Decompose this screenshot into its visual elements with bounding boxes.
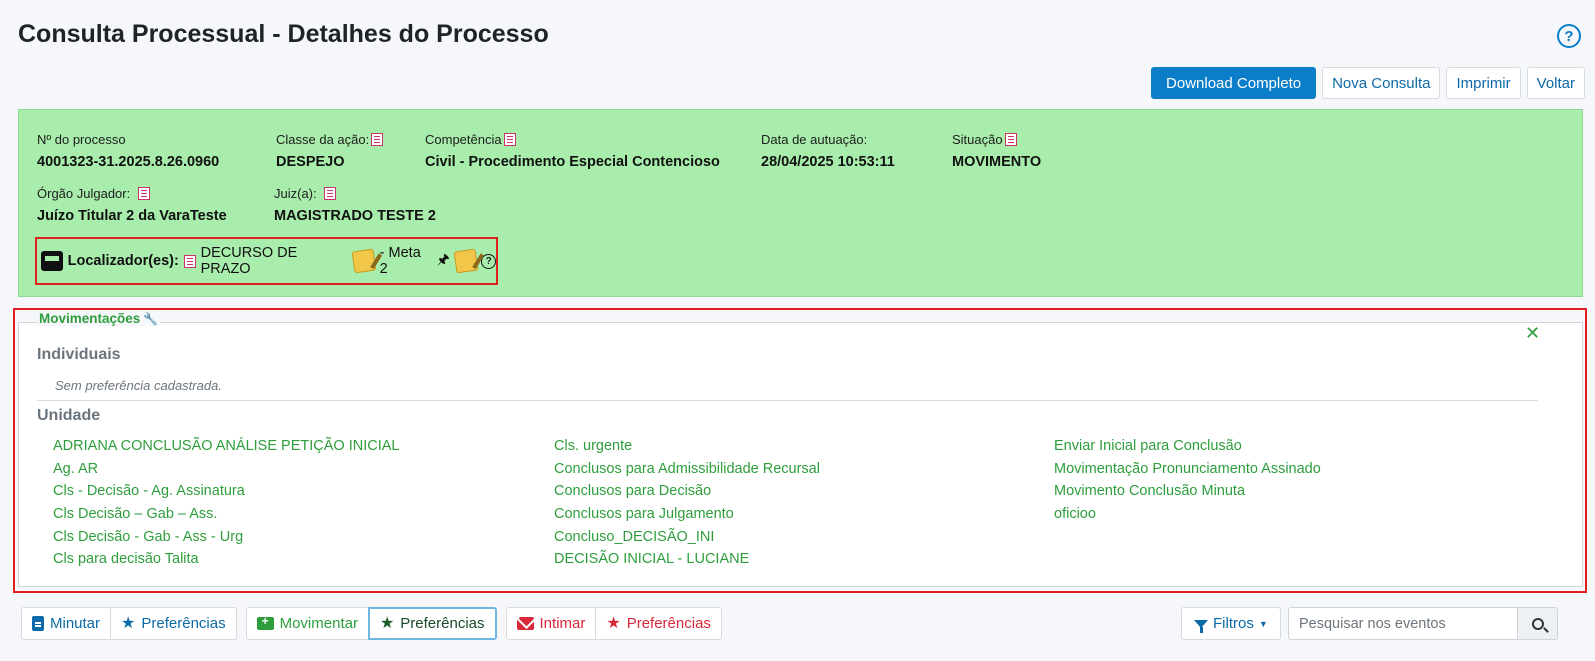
unidade-col-1: ADRIANA CONCLUSÃO ANÁLISE PETIÇÃO INICIA… (53, 436, 400, 572)
movimentar-preferencias-button[interactable]: ★ Preferências (367, 607, 497, 640)
field-numero: Nº do processo 4001323-31.2025.8.26.0960 (37, 132, 219, 170)
movimentacao-link[interactable]: Ag. AR (53, 459, 400, 482)
movimentacao-link[interactable]: Cls. urgente (554, 436, 820, 459)
movimentar-group: Movimentar ★ Preferências (245, 607, 497, 640)
minutar-button[interactable]: Minutar (21, 607, 112, 640)
wrench-icon[interactable]: 🔧 (143, 312, 158, 326)
movimentar-button[interactable]: Movimentar (245, 607, 369, 640)
movimentacao-link[interactable]: ADRIANA CONCLUSÃO ANÁLISE PETIÇÃO INICIA… (53, 436, 400, 459)
edit-note-icon[interactable] (453, 248, 478, 274)
divider (37, 400, 1538, 401)
preferencias-label: Preferências (400, 615, 485, 632)
movimentacoes-legend: Movimentações 🔧 (37, 311, 161, 326)
search-icon (1531, 617, 1544, 630)
minutar-group: Minutar ★ Preferências (21, 607, 237, 640)
voltar-button[interactable]: Voltar (1526, 67, 1585, 99)
field-numero-label: Nº do processo (37, 132, 126, 147)
field-classe: Classe da ação: DESPEJO (276, 132, 384, 170)
filtros-dropdown[interactable]: Filtros ▼ (1181, 607, 1281, 640)
field-orgao-label: Órgão Julgador: (37, 186, 131, 201)
filtros-label: Filtros (1213, 615, 1254, 632)
action-toolbar: Minutar ★ Preferências Movimentar ★ Pref… (21, 607, 731, 640)
edit-note-icon[interactable] (351, 248, 377, 274)
localizador-label: Localizador(es): (67, 253, 179, 269)
intimar-preferencias-button[interactable]: ★ Preferências (595, 607, 722, 640)
movimentacao-link[interactable]: Movimento Conclusão Minuta (1054, 481, 1321, 504)
movimentacao-link[interactable]: oficioo (1054, 504, 1321, 527)
unidade-col-2: Cls. urgente Conclusos para Admissibilid… (554, 436, 820, 572)
movimentacao-link[interactable]: DECISÃO INICIAL - LUCIANE (554, 549, 820, 572)
minutar-preferencias-button[interactable]: ★ Preferências (110, 607, 237, 640)
filter-icon (1194, 619, 1208, 633)
individuais-empty: Sem preferência cadastrada. (55, 378, 222, 393)
movimentacao-link[interactable]: Cls Decisão - Gab - Ass - Urg (53, 527, 400, 550)
search-button[interactable] (1517, 607, 1558, 640)
field-competencia: Competência Civil - Procedimento Especia… (425, 132, 720, 170)
field-competencia-label: Competência (425, 132, 502, 147)
close-icon[interactable]: ✕ (1525, 323, 1540, 344)
field-situacao-value: MOVIMENTO (952, 154, 1042, 170)
preferencias-label: Preferências (626, 615, 711, 632)
localizador-highlight: Localizador(es): DECURSO DE PRAZO - Meta… (35, 237, 498, 285)
movimentacao-link[interactable]: Cls - Decisão - Ag. Assinatura (53, 481, 400, 504)
page-title: Consulta Processual - Detalhes do Proces… (18, 20, 549, 48)
intimar-button[interactable]: Intimar (505, 607, 597, 640)
field-data-label: Data de autuação: (761, 132, 868, 147)
download-completo-button[interactable]: Download Completo (1151, 67, 1317, 99)
pin-icon[interactable]: 🖈 (437, 249, 450, 273)
folder-add-icon (256, 614, 274, 630)
localizador-item-decurso: DECURSO DE PRAZO (200, 245, 298, 277)
field-data-value: 28/04/2025 10:53:11 (761, 154, 895, 170)
star-icon: ★ (121, 614, 136, 632)
imprimir-button[interactable]: Imprimir (1446, 67, 1521, 99)
list-icon[interactable] (183, 254, 196, 268)
movimentacao-link[interactable]: Conclusos para Julgamento (554, 504, 820, 527)
localizador-item-meta: - Meta 2 (379, 245, 421, 277)
field-situacao: Situação MOVIMENTO (952, 132, 1041, 170)
field-juiz-label: Juiz(a): (274, 186, 317, 201)
intimar-label: Intimar (539, 615, 586, 632)
movimentacoes-title: Movimentações (39, 311, 141, 326)
field-juiz: Juiz(a): MAGISTRADO TESTE 2 (274, 186, 436, 224)
top-actions: Download Completo Nova Consulta Imprimir… (1151, 67, 1585, 99)
document-icon (32, 616, 44, 631)
field-classe-label: Classe da ação: (276, 132, 370, 147)
field-orgao: Órgão Julgador: Juízo Titular 2 da VaraT… (37, 186, 227, 224)
unidade-title: Unidade (37, 407, 101, 424)
preferencias-label: Preferências (141, 615, 226, 632)
movimentacao-link[interactable]: Movimentação Pronunciamento Assinado (1054, 459, 1321, 482)
unidade-col-3: Enviar Inicial para Conclusão Movimentaç… (1054, 436, 1321, 527)
movimentacao-link[interactable]: Conclusos para Decisão (554, 481, 820, 504)
caret-down-icon: ▼ (1258, 618, 1268, 629)
individuais-title: Individuais (37, 346, 121, 363)
search-eventos-input[interactable] (1288, 607, 1518, 640)
field-numero-value: 4001323-31.2025.8.26.0960 (37, 154, 220, 170)
field-competencia-value: Civil - Procedimento Especial Contencios… (425, 154, 720, 170)
star-icon: ★ (379, 614, 395, 632)
field-juiz-value: MAGISTRADO TESTE 2 (274, 208, 436, 224)
list-icon[interactable] (137, 187, 150, 200)
movimentacao-link[interactable]: Concluso_DECISÃO_INI (554, 527, 820, 550)
field-data-autuacao: Data de autuação: 28/04/2025 10:53:11 (761, 132, 895, 170)
list-icon[interactable] (371, 133, 384, 146)
envelope-icon (516, 617, 534, 630)
movimentacao-link[interactable]: Cls para decisão Talita (53, 549, 400, 572)
list-icon[interactable] (1004, 133, 1017, 146)
field-orgao-value: Juízo Titular 2 da VaraTeste (37, 208, 227, 224)
intimar-group: Intimar ★ Preferências (505, 607, 722, 640)
movimentar-label: Movimentar (279, 615, 358, 632)
star-icon: ★ (606, 614, 621, 632)
list-icon[interactable] (503, 133, 516, 146)
help-icon[interactable]: ? (1557, 24, 1581, 48)
field-situacao-label: Situação (952, 132, 1003, 147)
movimentacao-link[interactable]: Cls Decisão – Gab – Ass. (53, 504, 400, 527)
movimentacao-link[interactable]: Enviar Inicial para Conclusão (1054, 436, 1321, 459)
field-classe-value: DESPEJO (276, 154, 345, 170)
movimentacao-link[interactable]: Conclusos para Admissibilidade Recursal (554, 459, 820, 482)
nova-consulta-button[interactable]: Nova Consulta (1322, 67, 1441, 99)
list-icon[interactable] (324, 187, 337, 200)
minutar-label: Minutar (50, 615, 101, 632)
inbox-icon (41, 251, 63, 271)
